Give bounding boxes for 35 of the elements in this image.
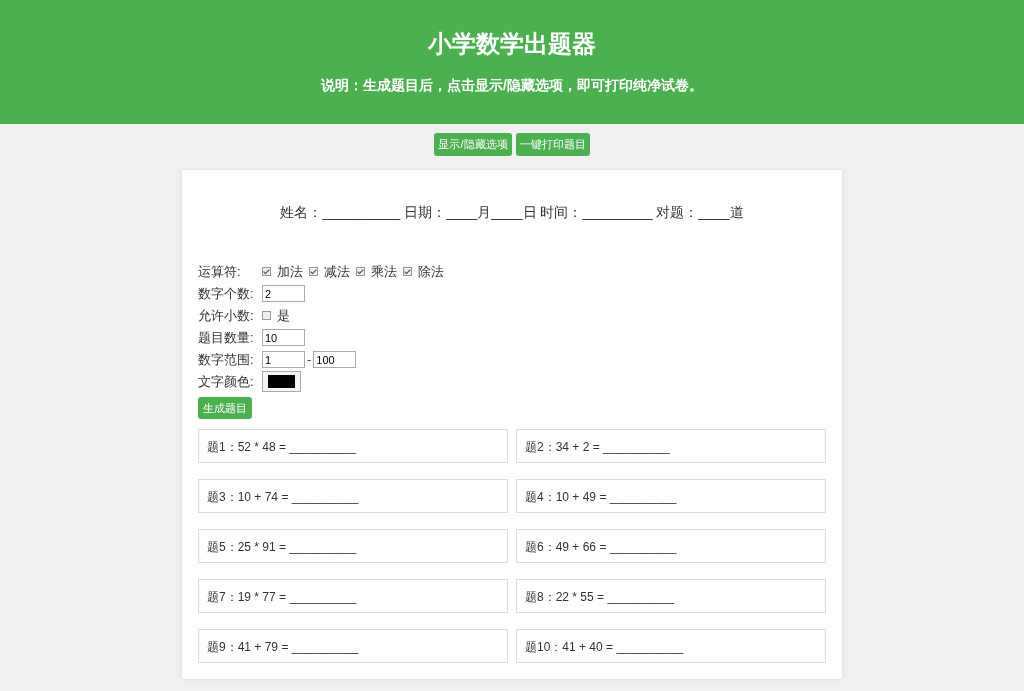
range-separator: - xyxy=(307,350,312,369)
option-label: 题目数量: xyxy=(198,328,255,347)
option-label: 允许小数: xyxy=(198,306,255,325)
instruction-text: 说明：生成题目后，点击显示/隐藏选项，即可打印纯净试卷。 xyxy=(320,75,704,95)
option-label: 数字个数: xyxy=(198,284,255,303)
question-item: 题2：34 + 2 = __________ xyxy=(516,429,826,463)
checkbox[interactable] xyxy=(262,311,271,320)
question-item: 题7：19 * 77 = __________ xyxy=(198,579,508,613)
checkbox[interactable] xyxy=(403,267,412,276)
question-item: 题6：49 + 66 = __________ xyxy=(516,529,826,563)
input-field[interactable]: 100 xyxy=(313,351,357,368)
checkbox[interactable] xyxy=(262,267,271,276)
checkbox-label: 乘法 xyxy=(371,262,397,281)
input-field[interactable]: 1 xyxy=(262,351,305,368)
checkbox-label: 除法 xyxy=(418,262,444,281)
option-label: 数字范围: xyxy=(198,350,255,369)
question-item: 题8：22 * 55 = __________ xyxy=(516,579,826,613)
question-item: 题1：52 * 48 = __________ xyxy=(198,429,508,463)
checkbox[interactable] xyxy=(356,267,365,276)
input-field[interactable]: 2 xyxy=(262,285,305,302)
color-picker[interactable] xyxy=(262,371,301,392)
option-label: 文字颜色: xyxy=(198,372,255,391)
checkbox[interactable] xyxy=(309,267,318,276)
student-info-line: 姓名：__________ 日期：____月____日 时间：_________ 对题：____道 xyxy=(279,202,745,222)
question-item: 题9：41 + 79 = __________ xyxy=(198,629,508,663)
question-item: 题3：10 + 74 = __________ xyxy=(198,479,508,513)
checkbox-label: 加法 xyxy=(277,262,303,281)
question-item: 题4：10 + 49 = __________ xyxy=(516,479,826,513)
checkbox-label: 是 xyxy=(277,306,290,325)
checkbox-label: 减法 xyxy=(324,262,350,281)
question-item: 题10：41 + 40 = __________ xyxy=(516,629,826,663)
page-title: 小学数学出题器 xyxy=(426,30,597,59)
input-field[interactable]: 10 xyxy=(262,329,305,346)
question-item: 题5：25 * 91 = __________ xyxy=(198,529,508,563)
option-label: 运算符: xyxy=(198,262,242,281)
